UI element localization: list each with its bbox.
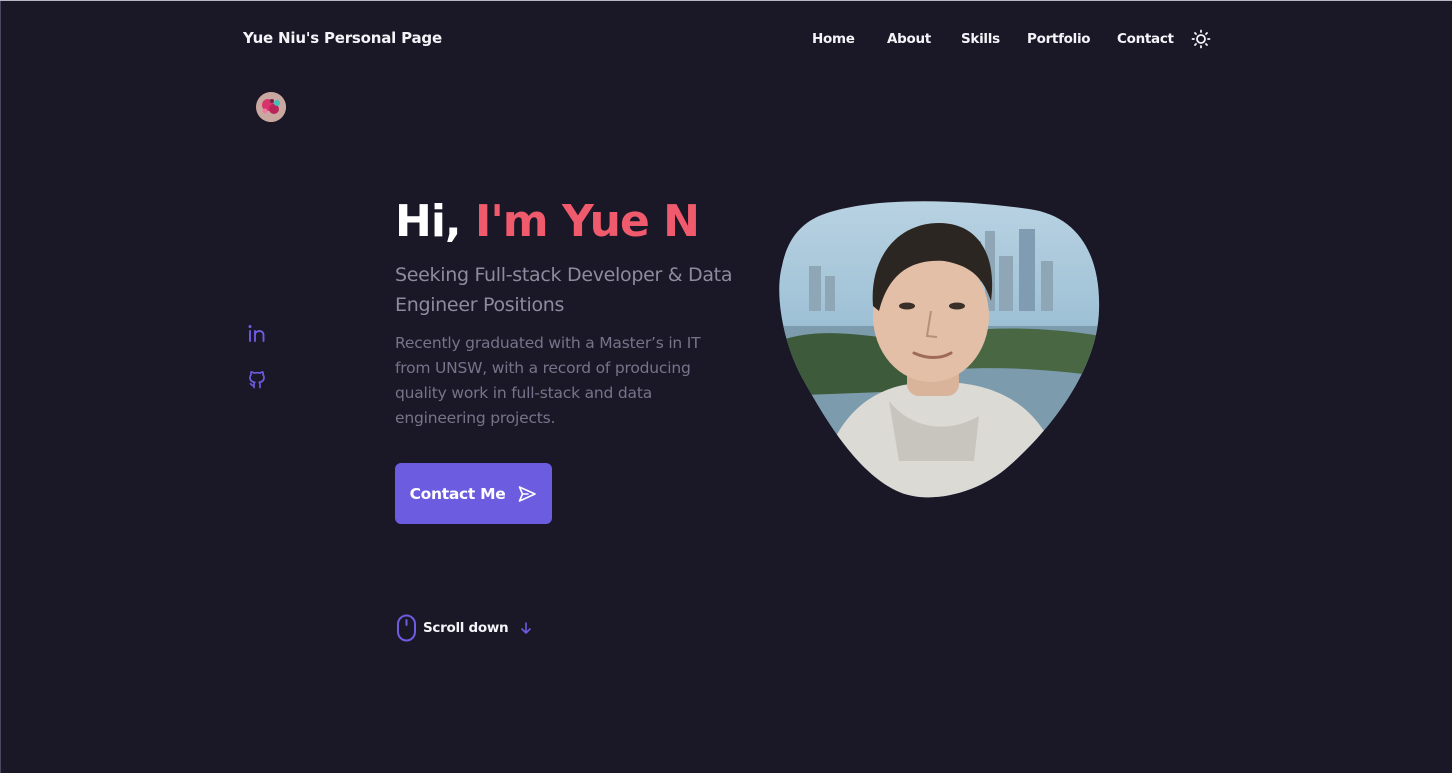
nav-contact[interactable]: Contact xyxy=(1117,31,1174,47)
linkedin-icon xyxy=(248,324,265,342)
profile-photo xyxy=(779,201,1101,501)
theme-toggle-button[interactable] xyxy=(1191,29,1211,49)
hero-description: Recently graduated with a Master’s in IT… xyxy=(395,334,701,427)
avatar-icon xyxy=(256,92,286,122)
page: Yue Niu's Personal Page Home About Skill… xyxy=(0,0,1452,773)
arrow-down-icon xyxy=(521,622,532,634)
hero-subtitle: Seeking Full-stack Developer & Data Engi… xyxy=(395,264,733,316)
hero-name: I'm Yue N xyxy=(474,196,700,247)
contact-me-button[interactable]: Contact Me xyxy=(395,463,552,524)
nav-portfolio[interactable]: Portfolio xyxy=(1027,31,1091,47)
scroll-down-label: Scroll down xyxy=(423,620,509,636)
hero-title: Hi, I'm Yue N xyxy=(395,194,700,250)
contact-me-label: Contact Me xyxy=(409,484,506,503)
main-nav: Home About Skills Portfolio Contact xyxy=(0,31,1452,51)
linkedin-link[interactable] xyxy=(247,323,267,343)
window-edge xyxy=(0,1,1,773)
nav-home[interactable]: Home xyxy=(812,31,855,47)
profile-photo-image xyxy=(779,201,1100,498)
scroll-down-link[interactable]: Scroll down xyxy=(396,614,534,642)
nav-about[interactable]: About xyxy=(887,31,931,47)
github-link[interactable] xyxy=(247,369,267,389)
hero-greeting: Hi, xyxy=(395,196,475,247)
sun-icon xyxy=(1191,29,1211,49)
nav-skills[interactable]: Skills xyxy=(961,31,1000,47)
avatar xyxy=(256,92,286,122)
send-icon xyxy=(519,485,537,502)
github-icon xyxy=(249,371,265,389)
mouse-icon xyxy=(397,614,416,642)
